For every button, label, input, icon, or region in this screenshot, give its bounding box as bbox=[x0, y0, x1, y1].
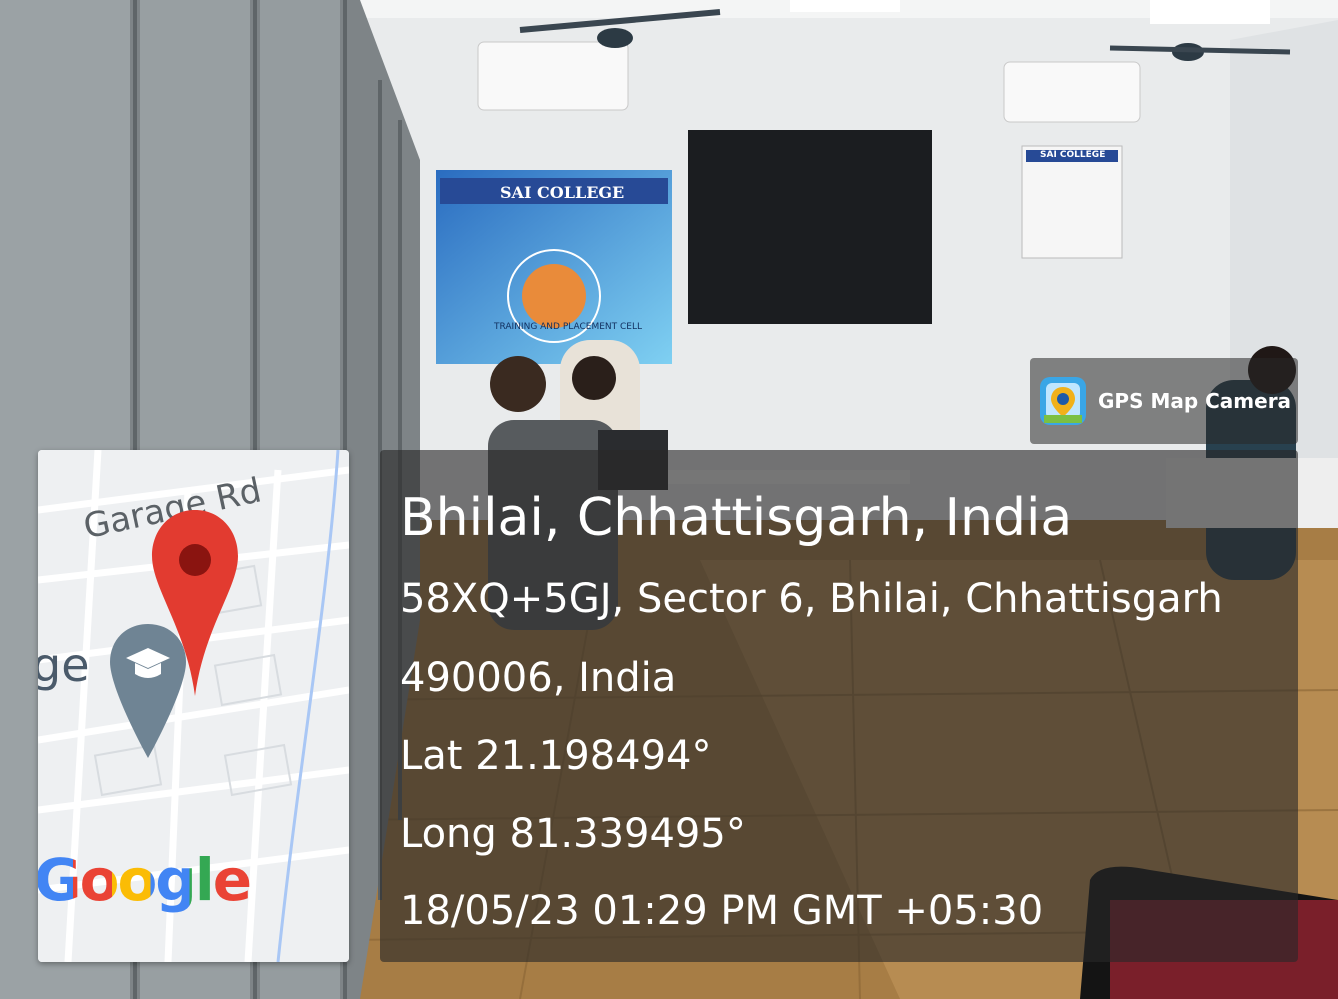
address-line-1: 58XQ+5GJ, Sector 6, Bhilai, Chhattisgarh bbox=[400, 576, 1223, 622]
latitude: Lat 21.198494° bbox=[400, 733, 712, 779]
timestamp: 18/05/23 01:29 PM GMT +05:30 bbox=[400, 888, 1044, 934]
poster-title: SAI COLLEGE bbox=[1040, 150, 1106, 160]
place-label-fragment: ge bbox=[38, 638, 90, 692]
map-thumbnail: Garage Rd ge Google bbox=[38, 450, 349, 962]
google-brand-text: Google bbox=[38, 846, 252, 914]
banner-title: SAI COLLEGE bbox=[500, 183, 625, 202]
gps-map-camera-badge: GPS Map Camera bbox=[1030, 358, 1298, 444]
address-line-2: 490006, India bbox=[400, 655, 677, 701]
badge-label: GPS Map Camera bbox=[1098, 389, 1292, 413]
city-line: Bhilai, Chhattisgarh, India bbox=[400, 488, 1073, 548]
banner-arc-text: TRAINING AND PLACEMENT CELL bbox=[494, 322, 642, 332]
longitude: Long 81.339495° bbox=[400, 811, 746, 857]
gps-camera-app-icon bbox=[1040, 377, 1086, 425]
location-pin-icon bbox=[152, 510, 238, 696]
google-logo: Google bbox=[38, 846, 252, 914]
